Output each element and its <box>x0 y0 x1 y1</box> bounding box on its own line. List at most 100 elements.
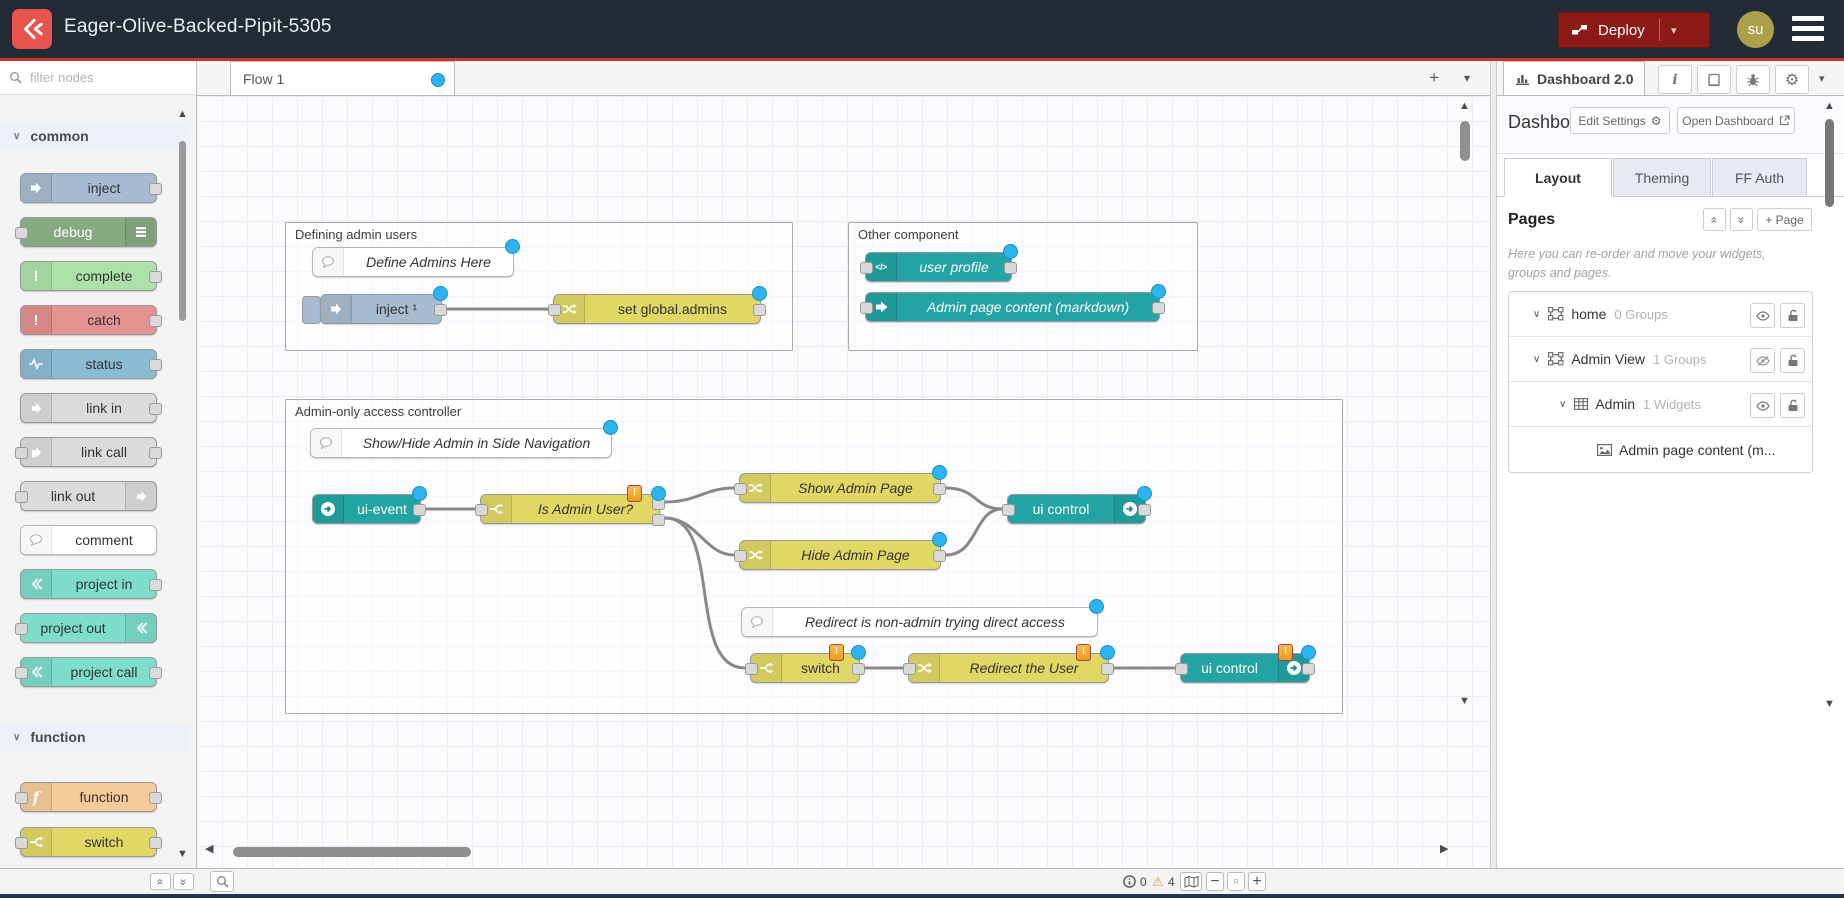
output-port[interactable] <box>1302 663 1315 675</box>
output-port[interactable] <box>933 550 946 562</box>
palette-expand-all-button[interactable]: » <box>173 873 194 890</box>
input-port[interactable] <box>15 491 28 503</box>
palette-node-link-in[interactable]: link in <box>20 393 157 423</box>
input-port[interactable] <box>15 837 28 849</box>
sidebar-scrollbar-thumb[interactable] <box>1825 119 1834 207</box>
flow-canvas[interactable]: Defining admin users Other component Adm… <box>197 96 1490 868</box>
output-port[interactable] <box>413 504 426 516</box>
input-port[interactable] <box>1002 504 1015 516</box>
edit-settings-button[interactable]: Edit Settings ⚙ <box>1570 107 1670 134</box>
input-port[interactable] <box>548 304 561 316</box>
output-port[interactable] <box>434 304 447 316</box>
canvas-search-button[interactable] <box>210 871 234 892</box>
add-flow-button[interactable]: + <box>1423 67 1445 89</box>
palette-node-link-call[interactable]: link call <box>20 437 157 467</box>
sidebar-splitter[interactable] <box>1490 61 1497 868</box>
canvas-scroll-down-icon[interactable]: ▼ <box>1459 696 1470 707</box>
output-port[interactable] <box>149 403 162 415</box>
input-port[interactable] <box>475 504 488 516</box>
palette-node-comment[interactable]: comment <box>20 525 157 555</box>
input-port[interactable] <box>15 447 28 459</box>
filter-nodes-input[interactable] <box>28 69 172 86</box>
output-port[interactable] <box>753 304 766 316</box>
output-port-2[interactable] <box>652 514 665 526</box>
tab-ff-auth[interactable]: FF Auth <box>1712 158 1807 197</box>
palette-scroll-up-icon[interactable]: ▲ <box>177 109 188 120</box>
expand-all-button[interactable]: » <box>1730 208 1753 231</box>
flow-list-caret-icon[interactable]: ▾ <box>1458 70 1476 86</box>
input-port[interactable] <box>860 302 873 314</box>
input-port[interactable] <box>1175 663 1188 675</box>
minimap-toggle-button[interactable] <box>1180 872 1202 891</box>
comment-node-define-admins[interactable]: Define Admins Here <box>312 247 514 277</box>
input-port[interactable] <box>15 623 28 635</box>
deploy-caret-icon[interactable]: ▾ <box>1660 24 1688 37</box>
zoom-out-button[interactable]: − <box>1206 872 1224 891</box>
lock-button[interactable] <box>1780 393 1805 418</box>
node-show-admin-page[interactable]: Show Admin Page <box>739 473 941 503</box>
sidebar-scroll-up-icon[interactable]: ▲ <box>1824 101 1835 112</box>
palette-node-project-in[interactable]: project in <box>20 569 157 599</box>
visibility-button[interactable] <box>1750 303 1775 328</box>
palette-node-switch[interactable]: switch <box>20 827 157 857</box>
palette-collapse-all-button[interactable]: « <box>150 873 171 890</box>
sidebar-scroll-down-icon[interactable]: ▼ <box>1824 699 1835 710</box>
node-ui-event[interactable]: ui-event <box>312 494 421 524</box>
info-button[interactable]: i <box>1658 65 1692 94</box>
output-port[interactable] <box>149 271 162 283</box>
canvas-vscrollbar-thumb[interactable] <box>1460 121 1470 161</box>
settings-button[interactable]: ⚙ <box>1775 65 1809 94</box>
node-is-admin-user[interactable]: Is Admin User? ! <box>480 494 660 524</box>
group-defining-admin-users[interactable]: Defining admin users <box>285 222 793 351</box>
category-function[interactable]: ∨ function <box>0 723 190 751</box>
group-other-component[interactable]: Other component <box>848 222 1198 351</box>
node-user-profile[interactable]: </> user profile <box>865 252 1012 282</box>
palette-node-catch[interactable]: ! catch <box>20 305 157 335</box>
palette-node-project-call[interactable]: project call <box>20 657 157 687</box>
deploy-button[interactable]: Deploy ▾ <box>1558 12 1710 48</box>
output-port[interactable] <box>933 483 946 495</box>
palette-node-inject[interactable]: inject <box>20 173 157 203</box>
open-dashboard-button[interactable]: Open Dashboard <box>1677 107 1795 134</box>
tab-dashboard-2[interactable]: Dashboard 2.0 <box>1503 61 1645 95</box>
canvas-scroll-right-icon[interactable]: ▶ <box>1440 844 1448 855</box>
zoom-in-button[interactable]: + <box>1248 872 1266 891</box>
output-port[interactable] <box>149 447 162 459</box>
node-admin-page-content[interactable]: Admin page content (markdown) <box>865 292 1160 322</box>
collapse-all-button[interactable]: « <box>1703 208 1726 231</box>
input-port[interactable] <box>745 663 758 675</box>
output-port[interactable] <box>1004 262 1017 274</box>
node-inject[interactable]: inject ¹ <box>320 294 442 324</box>
input-port[interactable] <box>734 550 747 562</box>
output-port[interactable] <box>149 837 162 849</box>
palette-scrollbar-thumb[interactable] <box>179 141 186 321</box>
output-port[interactable] <box>1101 663 1114 675</box>
canvas-scroll-left-icon[interactable]: ◀ <box>205 844 213 855</box>
lock-button[interactable] <box>1780 303 1805 328</box>
node-redirect-the-user[interactable]: Redirect the User ! <box>908 653 1109 683</box>
output-port[interactable] <box>149 183 162 195</box>
output-port[interactable] <box>149 315 162 327</box>
input-port[interactable] <box>15 792 28 804</box>
palette-node-link-out[interactable]: link out <box>20 481 157 511</box>
input-port[interactable] <box>734 483 747 495</box>
input-port[interactable] <box>15 227 28 239</box>
input-port[interactable] <box>860 262 873 274</box>
node-ui-control-1[interactable]: ui control <box>1007 494 1146 524</box>
palette-scroll-down-icon[interactable]: ▼ <box>177 849 188 860</box>
lock-button[interactable] <box>1780 348 1805 373</box>
input-port[interactable] <box>15 667 28 679</box>
output-port[interactable] <box>149 792 162 804</box>
palette-node-function[interactable]: f function <box>20 782 157 812</box>
node-ui-control-2[interactable]: ui control ! <box>1180 653 1310 683</box>
comment-node-show-hide-admin[interactable]: Show/Hide Admin in Side Navigation <box>310 428 612 458</box>
palette-node-complete[interactable]: ! complete <box>20 261 157 291</box>
page-row-admin-view[interactable]: ∨ Admin View 1 Groups <box>1509 337 1812 382</box>
palette-node-debug[interactable]: debug <box>20 217 157 247</box>
canvas-scroll-up-icon[interactable]: ▲ <box>1459 101 1470 112</box>
output-port[interactable] <box>149 667 162 679</box>
page-row-home[interactable]: ∨ home 0 Groups <box>1509 292 1812 337</box>
help-button[interactable] <box>1697 65 1731 94</box>
output-port[interactable] <box>149 359 162 371</box>
user-avatar[interactable]: su <box>1737 11 1774 48</box>
